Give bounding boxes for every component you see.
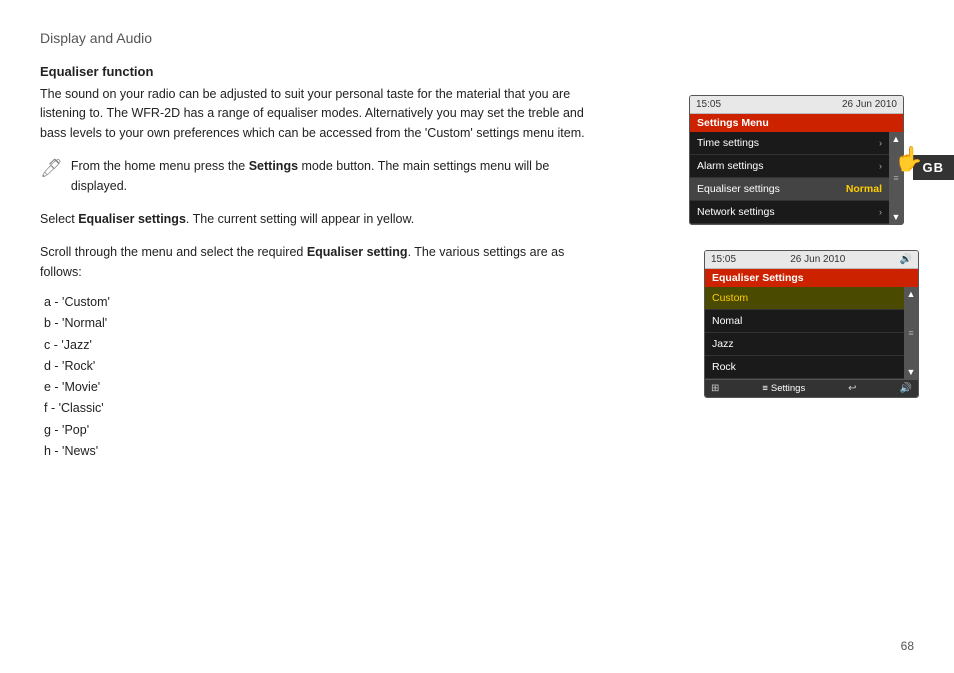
screen2-scrollbar[interactable]: ▲ ≡ ▼: [904, 287, 918, 379]
select-text: Select Equaliser settings. The current s…: [40, 210, 600, 229]
eq-item-rock[interactable]: Rock: [705, 356, 904, 379]
settings-icon: ≡: [762, 383, 768, 394]
menu-item-alarm-arrow: ›: [879, 161, 882, 171]
eq-item-custom[interactable]: Custom: [705, 287, 904, 310]
screen2-scroll-lines: ≡: [908, 328, 913, 339]
menu-item-equaliser[interactable]: Equaliser settings Normal: [690, 178, 889, 201]
scroll-lines: ≡: [893, 173, 898, 184]
screen1-body: Time settings › Alarm settings › Equalis…: [690, 132, 903, 224]
screen1-date: 26 Jun 2010: [842, 99, 897, 110]
equaliser-settings-screen: 15:05 26 Jun 2010 🔊 Equaliser Settings C…: [704, 250, 919, 398]
volume-icon: 🔊: [900, 254, 912, 265]
list-item: h - 'News': [44, 441, 600, 462]
note-text: From the home menu press the Settings mo…: [71, 157, 600, 196]
menu-item-alarm-label: Alarm settings: [697, 160, 764, 172]
menu-item-eq-label: Equaliser settings: [697, 183, 780, 195]
footer-volume-icon: 🔊: [900, 383, 912, 394]
list-item: a - 'Custom': [44, 292, 600, 313]
section-heading: Equaliser function: [40, 64, 600, 79]
note-block: 🖊 From the home menu press the Settings …: [40, 157, 600, 196]
menu-item-network-arrow: ›: [879, 207, 882, 217]
screen1-header: 15:05 26 Jun 2010: [690, 96, 903, 114]
screen2-title: Equaliser Settings: [705, 269, 918, 287]
back-icon[interactable]: ↩: [848, 383, 856, 394]
screen2-date: 26 Jun 2010: [790, 254, 845, 265]
scroll-up-arrow[interactable]: ▲: [892, 134, 901, 144]
page-number: 68: [901, 639, 914, 653]
settings-menu-screen: 15:05 26 Jun 2010 Settings Menu Time set…: [689, 95, 904, 225]
menu-item-time-arrow: ›: [879, 138, 882, 148]
list-item: e - 'Movie': [44, 377, 600, 398]
menu-item-alarm[interactable]: Alarm settings ›: [690, 155, 889, 178]
grid-icon: ⊞: [711, 383, 719, 394]
eq-item-jazz[interactable]: Jazz: [705, 333, 904, 356]
list-item: f - 'Classic': [44, 398, 600, 419]
hand-pointer: 👆: [894, 145, 924, 174]
screen2-body: Custom Nomal Jazz Rock ▲ ≡ ▼: [705, 287, 918, 379]
screens-container: 15:05 26 Jun 2010 Settings Menu Time set…: [689, 95, 919, 225]
menu-item-eq-normal: Normal: [846, 183, 882, 195]
scroll-text: Scroll through the menu and select the r…: [40, 243, 600, 282]
list-item: c - 'Jazz': [44, 335, 600, 356]
menu-item-time-label: Time settings: [697, 137, 759, 149]
eq-item-nomal[interactable]: Nomal: [705, 310, 904, 333]
note-icon: 🖊: [40, 158, 63, 179]
screen2-scroll-down[interactable]: ▼: [907, 367, 916, 377]
footer-settings: ≡ Settings: [762, 383, 805, 394]
screen2-header: 15:05 26 Jun 2010 🔊: [705, 251, 918, 269]
scroll-down-arrow[interactable]: ▼: [892, 212, 901, 222]
body-text: The sound on your radio can be adjusted …: [40, 85, 600, 143]
screen1-time: 15:05: [696, 99, 721, 110]
screen1: 15:05 26 Jun 2010 Settings Menu Time set…: [689, 95, 919, 225]
list-items: a - 'Custom' b - 'Normal' c - 'Jazz' d -…: [44, 292, 600, 462]
list-item: d - 'Rock': [44, 356, 600, 377]
menu-item-network-label: Network settings: [697, 206, 775, 218]
list-item: g - 'Pop': [44, 420, 600, 441]
list-item: b - 'Normal': [44, 313, 600, 334]
screen1-title: Settings Menu: [690, 114, 903, 132]
page-title: Display and Audio: [40, 30, 600, 46]
screen2-scroll-up[interactable]: ▲: [907, 289, 916, 299]
screen2-time: 15:05: [711, 254, 736, 265]
main-content: Display and Audio Equaliser function The…: [0, 0, 640, 492]
menu-item-time[interactable]: Time settings ›: [690, 132, 889, 155]
menu-item-network[interactable]: Network settings ›: [690, 201, 889, 224]
screen2-footer: ⊞ ≡ Settings ↩ 🔊: [705, 379, 918, 397]
